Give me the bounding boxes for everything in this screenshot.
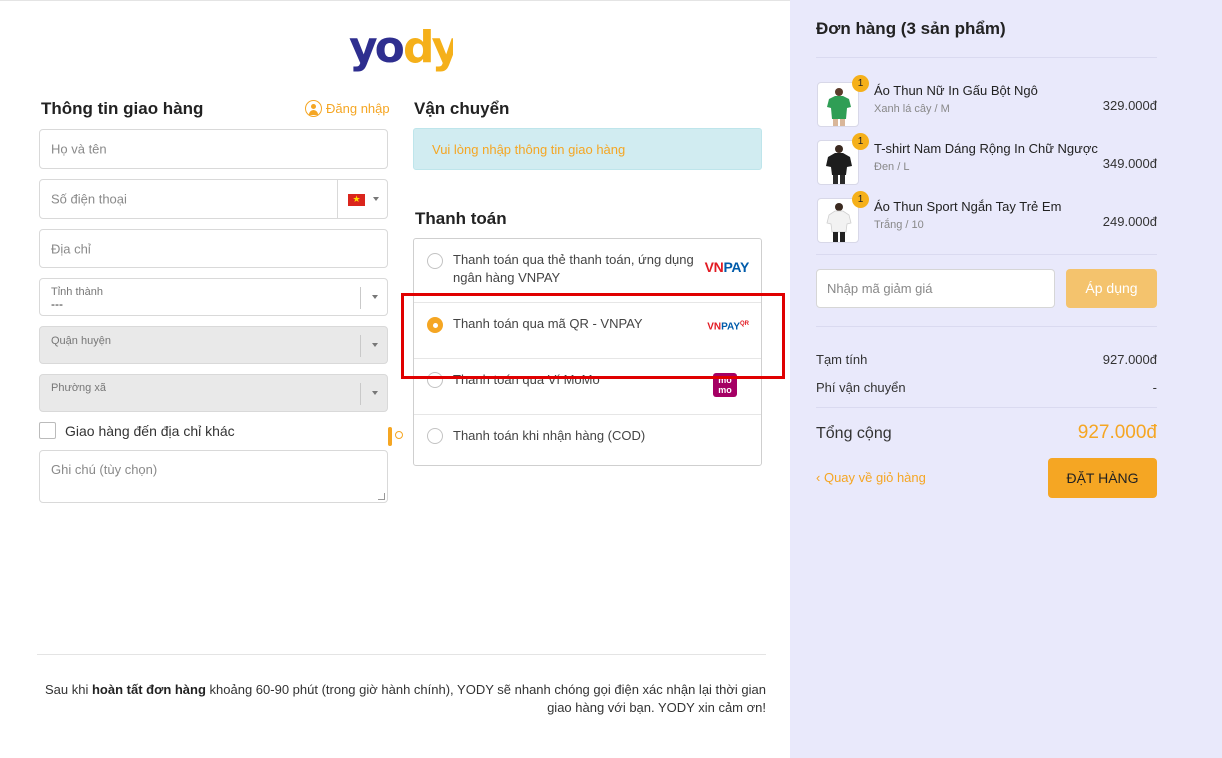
vnpay-icon: VNPAY bbox=[704, 259, 750, 275]
svg-text:dy: dy bbox=[403, 24, 453, 73]
other-address-checkbox[interactable] bbox=[39, 422, 56, 439]
quantity-badge: 1 bbox=[852, 133, 869, 150]
payment-radio[interactable] bbox=[427, 428, 443, 444]
yody-logo[interactable]: yo dy bbox=[349, 24, 453, 76]
quantity-badge: 1 bbox=[852, 75, 869, 92]
shipping-fee-label: Phí vận chuyển bbox=[816, 380, 906, 395]
country-code-select[interactable] bbox=[337, 180, 387, 218]
caret-down-icon bbox=[372, 391, 378, 395]
phone-input[interactable]: Số điện thoại bbox=[39, 179, 388, 219]
footer-note: Sau khi hoàn tất đơn hàng khoảng 60-90 p… bbox=[44, 682, 766, 715]
flag-vn-icon bbox=[348, 192, 365, 207]
order-item: 1 Áo Thun Nữ In Gấu Bột Ngô Xanh lá cây … bbox=[816, 75, 1157, 128]
caret-down-icon bbox=[373, 197, 379, 201]
footer-divider bbox=[37, 654, 766, 655]
apply-coupon-button[interactable]: Áp dụng bbox=[1066, 269, 1157, 308]
product-thumbnail bbox=[817, 140, 859, 185]
delivery-info-alert: Vui lòng nhập thông tin giao hàng bbox=[413, 128, 762, 170]
province-value: --- bbox=[51, 297, 63, 311]
order-item: 1 T-shirt Nam Dáng Rộng In Chữ Ngược Đen… bbox=[816, 133, 1157, 186]
divider bbox=[816, 254, 1157, 255]
caret-down-icon bbox=[372, 295, 378, 299]
address-placeholder: Địa chỉ bbox=[51, 241, 91, 256]
ward-select[interactable]: Phường xã bbox=[39, 374, 388, 412]
back-to-cart-link[interactable]: ‹ Quay về giỏ hàng bbox=[816, 470, 926, 485]
svg-text:yo: yo bbox=[349, 24, 404, 73]
top-divider bbox=[0, 0, 790, 1]
district-label: Quận huyện bbox=[51, 335, 111, 347]
payment-title: Thanh toán bbox=[415, 209, 507, 228]
login-link[interactable]: Đăng nhập bbox=[305, 100, 390, 117]
subtotal-row: Tạm tính 927.000đ bbox=[816, 352, 1157, 367]
order-item: 1 Áo Thun Sport Ngắn Tay Trẻ Em Trắng / … bbox=[816, 191, 1157, 244]
item-price: 329.000đ bbox=[1102, 98, 1157, 113]
select-separator bbox=[360, 335, 361, 357]
resize-handle-icon[interactable] bbox=[378, 493, 385, 500]
coupon-placeholder: Nhập mã giảm giá bbox=[827, 281, 933, 296]
item-price: 349.000đ bbox=[1102, 156, 1157, 171]
shipping-fee-value: - bbox=[1152, 380, 1157, 395]
user-circle-icon bbox=[305, 100, 322, 117]
login-label: Đăng nhập bbox=[326, 101, 390, 116]
other-address-label: Giao hàng đến địa chỉ khác bbox=[65, 422, 235, 439]
full-name-input[interactable]: Họ và tên bbox=[39, 129, 388, 169]
place-order-button[interactable]: ĐẶT HÀNG bbox=[1048, 458, 1157, 498]
delivery-title: Vận chuyển bbox=[414, 99, 510, 118]
item-name: Áo Thun Sport Ngắn Tay Trẻ Em bbox=[874, 199, 1062, 214]
select-separator bbox=[360, 287, 361, 309]
shipping-fee-row: Phí vận chuyển - bbox=[816, 380, 1157, 395]
note-textarea[interactable]: Ghi chú (tùy chọn) bbox=[39, 450, 388, 503]
item-variant: Đen / L bbox=[874, 161, 910, 173]
total-label: Tổng cộng bbox=[816, 425, 892, 442]
chevron-left-icon: ‹ bbox=[816, 470, 824, 485]
order-summary-panel: Đơn hàng (3 sản phẩm) 1 Áo Thun Nữ In Gấ… bbox=[790, 0, 1222, 758]
footer-note-bold: hoàn tất đơn hàng bbox=[91, 682, 206, 697]
shipping-info-title: Thông tin giao hàng bbox=[41, 99, 204, 118]
cash-icon bbox=[388, 427, 392, 446]
coupon-input[interactable]: Nhập mã giảm giá bbox=[816, 269, 1055, 308]
item-price: 249.000đ bbox=[1102, 214, 1157, 229]
payment-option-label: Thanh toán khi nhận hàng (COD) bbox=[453, 428, 646, 443]
divider bbox=[816, 407, 1157, 408]
item-name: Áo Thun Nữ In Gấu Bột Ngô bbox=[874, 83, 1038, 98]
subtotal-label: Tạm tính bbox=[816, 352, 868, 367]
divider bbox=[816, 57, 1157, 58]
item-variant: Trắng / 10 bbox=[874, 219, 924, 231]
district-select[interactable]: Quận huyện bbox=[39, 326, 388, 364]
province-select[interactable]: Tỉnh thành --- bbox=[39, 278, 388, 316]
subtotal-value: 927.000đ bbox=[1102, 352, 1157, 367]
other-address-row[interactable]: Giao hàng đến địa chỉ khác bbox=[39, 422, 235, 439]
payment-option-label: Thanh toán qua thẻ thanh toán, ứng dụng … bbox=[453, 252, 694, 285]
note-placeholder: Ghi chú (tùy chọn) bbox=[51, 462, 158, 477]
address-input[interactable]: Địa chỉ bbox=[39, 229, 388, 268]
caret-down-icon bbox=[372, 343, 378, 347]
payment-radio[interactable] bbox=[427, 253, 443, 269]
order-title: Đơn hàng (3 sản phẩm) bbox=[816, 19, 1006, 38]
full-name-placeholder: Họ và tên bbox=[51, 141, 107, 157]
phone-placeholder: Số điện thoại bbox=[51, 191, 127, 207]
item-name: T-shirt Nam Dáng Rộng In Chữ Ngược bbox=[874, 141, 1098, 156]
payment-option-cod[interactable]: Thanh toán khi nhận hàng (COD) bbox=[388, 414, 761, 466]
product-thumbnail bbox=[817, 198, 859, 243]
quantity-badge: 1 bbox=[852, 191, 869, 208]
select-separator bbox=[360, 383, 361, 405]
item-variant: Xanh lá cây / M bbox=[874, 103, 950, 115]
divider bbox=[816, 326, 1157, 327]
highlight-box bbox=[401, 293, 785, 379]
ward-label: Phường xã bbox=[51, 382, 106, 394]
product-thumbnail bbox=[817, 82, 859, 127]
total-value: 927.000đ bbox=[1077, 422, 1157, 443]
back-to-cart-label: Quay về giỏ hàng bbox=[823, 470, 926, 485]
